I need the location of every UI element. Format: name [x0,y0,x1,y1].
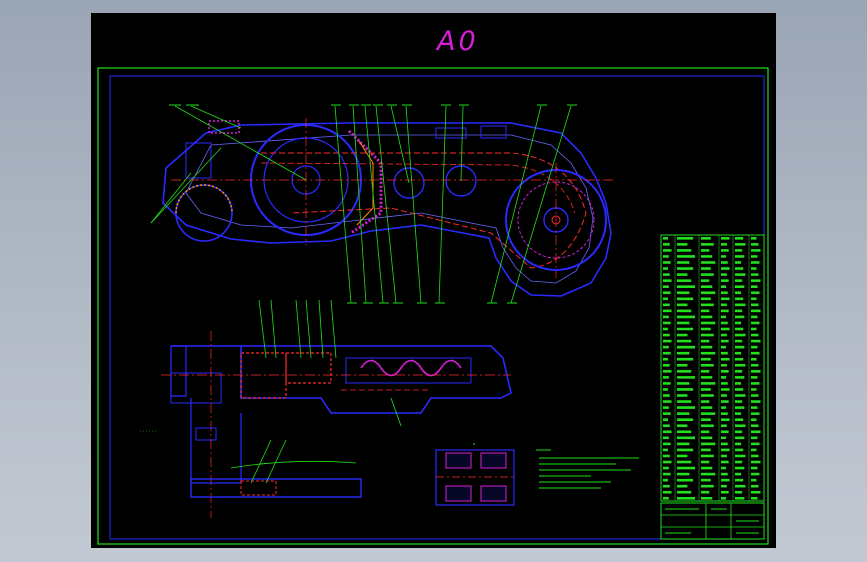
gear-sector [347,129,383,235]
cad-drawing-canvas: ······ [97,67,769,545]
parts-list-table [660,234,765,502]
gear-detail-view [435,443,639,506]
housing-inner [185,134,594,284]
housing-outline [162,122,612,297]
svg-text:······: ······ [139,429,157,435]
section-outline [171,345,512,414]
title-block [660,502,765,540]
chain-path [261,152,587,269]
screw-conveyor [360,359,462,377]
longitudinal-section-view: ······ [139,299,512,518]
drawing-sheet: A0 ······ [91,13,776,548]
technical-notes [536,449,639,489]
inner-frame [109,75,765,540]
excavating-arm-plan-view [150,104,616,304]
